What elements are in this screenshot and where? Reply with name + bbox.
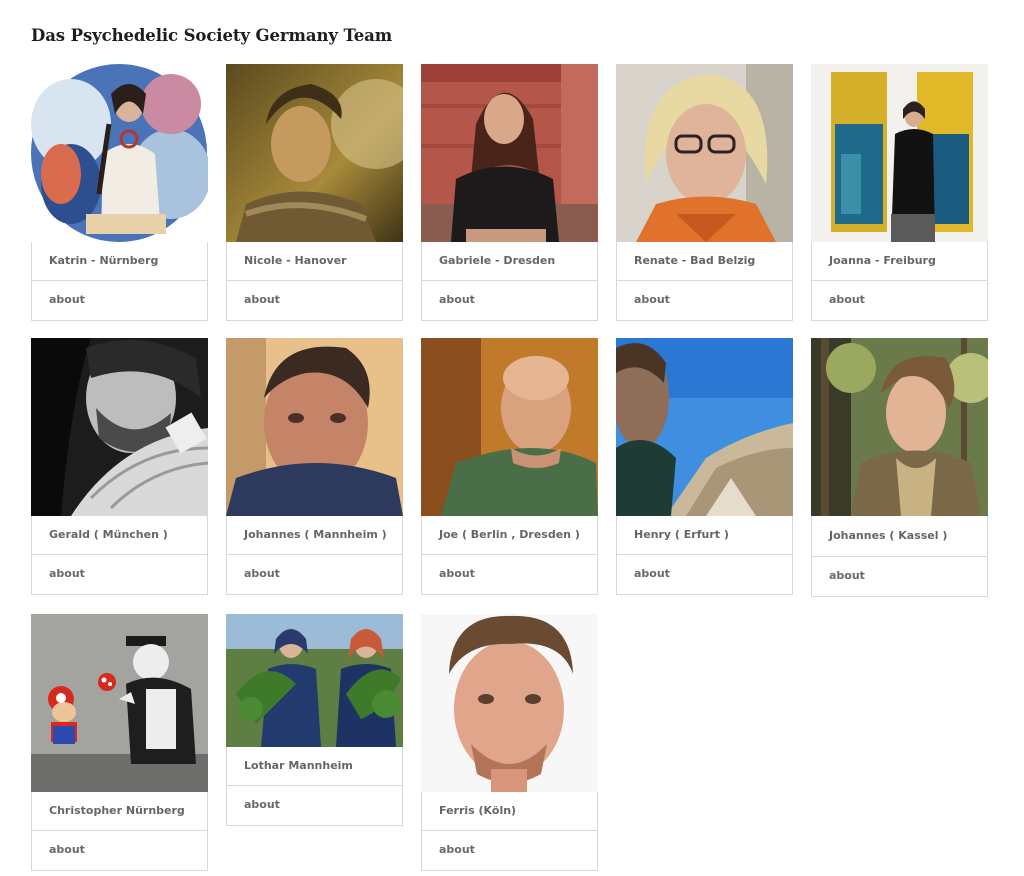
about-link-text[interactable]: about bbox=[49, 293, 85, 306]
about-link[interactable]: about bbox=[421, 831, 598, 871]
member-name: Gabriele - Dresden bbox=[421, 242, 598, 281]
team-card: Johannes ( Kassel ) about bbox=[811, 338, 988, 597]
member-name: Joanna - Freiburg bbox=[811, 242, 988, 281]
member-photo[interactable] bbox=[226, 64, 403, 242]
photo-gabriele-image bbox=[421, 64, 598, 242]
member-photo[interactable] bbox=[31, 64, 208, 242]
member-photo[interactable] bbox=[31, 338, 208, 516]
photo-christopher-image bbox=[31, 614, 208, 792]
photo-johannes-kassel-image bbox=[811, 338, 988, 516]
member-name-text: Renate - Bad Belzig bbox=[634, 254, 756, 267]
member-name: Ferris (Köln) bbox=[421, 792, 598, 831]
member-name-text: Joanna - Freiburg bbox=[829, 254, 936, 267]
about-link-text[interactable]: about bbox=[634, 293, 670, 306]
about-link-text[interactable]: about bbox=[49, 567, 85, 580]
member-name-text: Johannes ( Mannheim ) bbox=[244, 528, 387, 541]
member-photo[interactable] bbox=[421, 614, 598, 792]
team-card: Joe ( Berlin , Dresden ) about bbox=[421, 338, 598, 595]
about-link[interactable]: about bbox=[811, 557, 988, 597]
member-name-text: Lothar Mannheim bbox=[244, 759, 353, 772]
member-name: Katrin - Nürnberg bbox=[31, 242, 208, 281]
photo-joe-image bbox=[421, 338, 598, 516]
about-link[interactable]: about bbox=[226, 786, 403, 826]
team-card: Christopher Nürnberg about bbox=[31, 614, 208, 871]
about-link-text[interactable]: about bbox=[244, 798, 280, 811]
photo-ferris-image bbox=[421, 614, 598, 792]
team-card: Joanna - Freiburg about bbox=[811, 64, 988, 321]
team-card: Katrin - Nürnberg about bbox=[31, 64, 208, 321]
about-link-text[interactable]: about bbox=[439, 293, 475, 306]
team-card: Henry ( Erfurt ) about bbox=[616, 338, 793, 595]
about-link[interactable]: about bbox=[421, 555, 598, 595]
member-photo[interactable] bbox=[811, 64, 988, 242]
member-name: Henry ( Erfurt ) bbox=[616, 516, 793, 555]
member-name-text: Joe ( Berlin , Dresden ) bbox=[439, 528, 580, 541]
member-photo[interactable] bbox=[421, 64, 598, 242]
about-link-text[interactable]: about bbox=[439, 843, 475, 856]
member-name: Renate - Bad Belzig bbox=[616, 242, 793, 281]
team-card: Gerald ( München ) about bbox=[31, 338, 208, 595]
member-name: Gerald ( München ) bbox=[31, 516, 208, 555]
member-name-text: Ferris (Köln) bbox=[439, 804, 517, 817]
member-name: Lothar Mannheim bbox=[226, 747, 403, 786]
member-photo[interactable] bbox=[31, 614, 208, 792]
about-link[interactable]: about bbox=[811, 281, 988, 321]
member-name-text: Gabriele - Dresden bbox=[439, 254, 556, 267]
team-card: Gabriele - Dresden about bbox=[421, 64, 598, 321]
member-name: Christopher Nürnberg bbox=[31, 792, 208, 831]
member-name: Joe ( Berlin , Dresden ) bbox=[421, 516, 598, 555]
about-link[interactable]: about bbox=[616, 281, 793, 321]
photo-renate-image bbox=[616, 64, 793, 242]
about-link-text[interactable]: about bbox=[49, 843, 85, 856]
about-link[interactable]: about bbox=[226, 281, 403, 321]
member-name: Johannes ( Kassel ) bbox=[811, 516, 988, 557]
member-name-text: Nicole - Hanover bbox=[244, 254, 347, 267]
member-name: Johannes ( Mannheim ) bbox=[226, 516, 403, 555]
member-name-text: Johannes ( Kassel ) bbox=[829, 529, 948, 542]
about-link-text[interactable]: about bbox=[634, 567, 670, 580]
member-name-text: Gerald ( München ) bbox=[49, 528, 168, 541]
team-card: Lothar Mannheim about bbox=[226, 614, 403, 826]
photo-joanna-image bbox=[811, 64, 988, 242]
team-card: Renate - Bad Belzig about bbox=[616, 64, 793, 321]
about-link[interactable]: about bbox=[31, 831, 208, 871]
photo-lothar-image bbox=[226, 614, 403, 747]
member-photo[interactable] bbox=[226, 614, 403, 747]
about-link[interactable]: about bbox=[31, 555, 208, 595]
team-card: Ferris (Köln) about bbox=[421, 614, 598, 871]
member-name-text: Henry ( Erfurt ) bbox=[634, 528, 729, 541]
member-photo[interactable] bbox=[811, 338, 988, 516]
about-link-text[interactable]: about bbox=[244, 293, 280, 306]
about-link-text[interactable]: about bbox=[244, 567, 280, 580]
member-name: Nicole - Hanover bbox=[226, 242, 403, 281]
photo-johannes-mannheim-image bbox=[226, 338, 403, 516]
team-card: Johannes ( Mannheim ) about bbox=[226, 338, 403, 595]
about-link[interactable]: about bbox=[421, 281, 598, 321]
about-link[interactable]: about bbox=[616, 555, 793, 595]
about-link-text[interactable]: about bbox=[829, 569, 865, 582]
member-photo[interactable] bbox=[226, 338, 403, 516]
member-photo[interactable] bbox=[421, 338, 598, 516]
photo-gerald-image bbox=[31, 338, 208, 516]
member-name-text: Katrin - Nürnberg bbox=[49, 254, 159, 267]
about-link-text[interactable]: about bbox=[829, 293, 865, 306]
photo-henry-image bbox=[616, 338, 793, 516]
about-link[interactable]: about bbox=[226, 555, 403, 595]
photo-nicole-image bbox=[226, 64, 403, 242]
photo-katrin-image bbox=[31, 64, 208, 242]
member-photo[interactable] bbox=[616, 338, 793, 516]
member-photo[interactable] bbox=[616, 64, 793, 242]
about-link[interactable]: about bbox=[31, 281, 208, 321]
member-name-text: Christopher Nürnberg bbox=[49, 804, 185, 817]
about-link-text[interactable]: about bbox=[439, 567, 475, 580]
team-card: Nicole - Hanover about bbox=[226, 64, 403, 321]
page-title: Das Psychedelic Society Germany Team bbox=[31, 26, 393, 45]
